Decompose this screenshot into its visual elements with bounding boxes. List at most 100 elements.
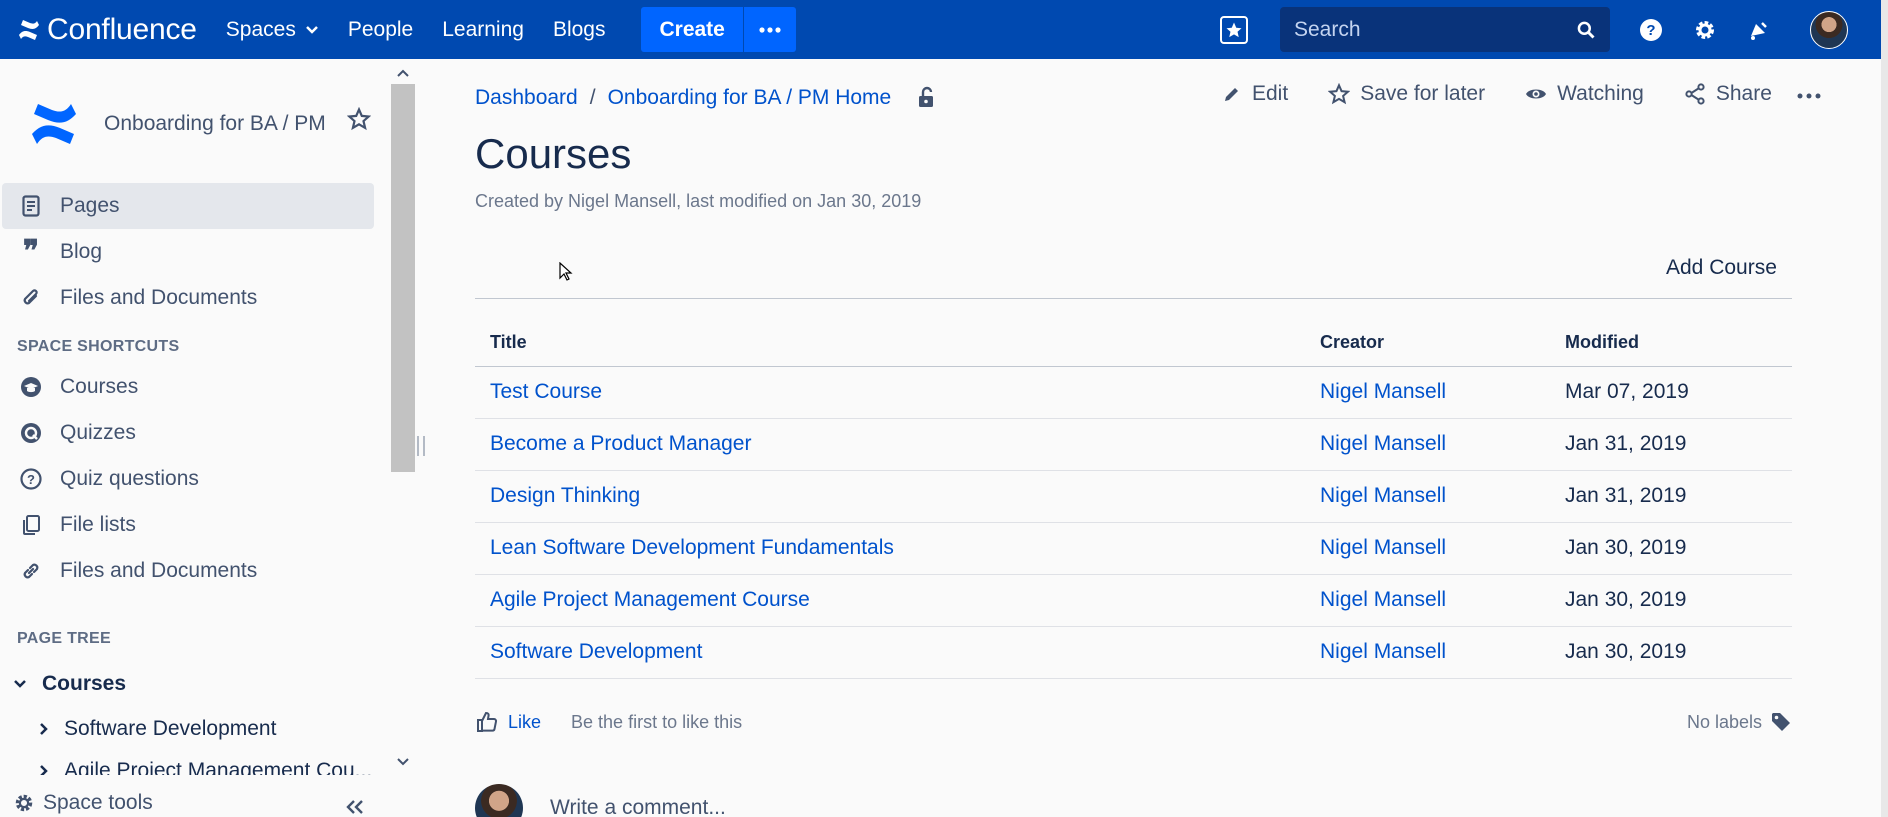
like-summary: Be the first to like this [571,711,743,732]
thumbs-up-icon [477,711,498,732]
creator-link[interactable]: Nigel Mansell [1305,626,1550,679]
shortcut-quiz-questions[interactable]: ? Quiz questions [2,456,374,502]
modified-date: Jan 30, 2019 [1550,574,1792,627]
space-header[interactable]: Onboarding for BA / PM [26,96,326,152]
collapse-sidebar-icon[interactable] [344,799,366,815]
scroll-up-icon[interactable] [395,67,411,79]
confluence-logo[interactable]: Confluence [17,0,197,59]
app-name: Confluence [47,12,197,46]
nav-learning[interactable]: Learning [442,0,524,59]
table-row: Software Development Nigel Mansell Jan 3… [475,626,1792,679]
sidebar-item-files-documents[interactable]: Files and Documents [2,275,374,321]
space-tools-button[interactable]: Space tools [13,791,153,815]
shortcut-file-lists[interactable]: File lists [2,502,374,548]
chevron-right-icon[interactable] [38,763,50,775]
edit-label: Edit [1252,82,1289,105]
course-title-link[interactable]: Test Course [475,366,1305,419]
scroll-down-icon[interactable] [395,756,411,768]
course-title-link[interactable]: Design Thinking [475,470,1305,523]
chevron-right-icon[interactable] [38,721,50,737]
search-box[interactable] [1280,7,1610,52]
sidebar-item-label: Blog [60,240,103,263]
space-name: Onboarding for BA / PM [104,112,326,135]
space-logo-icon [32,104,76,144]
unlock-icon[interactable] [916,86,938,110]
mouse-cursor-icon [559,262,573,281]
watching-label: Watching [1557,82,1644,105]
sidebar-item-pages[interactable]: Pages [2,183,374,229]
nav-spaces[interactable]: Spaces [226,0,319,59]
watching-button[interactable]: Watching [1525,82,1644,106]
pencil-icon [1225,88,1238,101]
creator-link[interactable]: Nigel Mansell [1305,522,1550,575]
more-actions-icon[interactable] [1797,92,1821,100]
table-row: Lean Software Development Fundamentals N… [475,522,1792,575]
sidebar-item-blog[interactable]: ❞ Blog [2,229,374,275]
nav-blogs[interactable]: Blogs [553,0,606,59]
edit-button[interactable]: Edit [1222,82,1288,106]
table-row: Become a Product Manager Nigel Mansell J… [475,418,1792,471]
search-icon[interactable] [1576,20,1596,40]
notifications-icon[interactable] [1746,17,1772,43]
nav-people[interactable]: People [348,0,413,59]
quote-icon: ❞ [22,234,40,269]
breadcrumb-space-home[interactable]: Onboarding for BA / PM Home [608,86,892,110]
shortcut-courses[interactable]: Courses [2,364,374,410]
shortcut-quizzes[interactable]: Quizzes [2,410,374,456]
page-scrollbar[interactable] [1881,0,1888,817]
tree-item-courses[interactable]: Courses [12,672,126,696]
chevron-down-icon [305,25,318,34]
create-more-button[interactable] [742,7,796,52]
modified-date: Jan 31, 2019 [1550,470,1792,523]
share-button[interactable]: Share [1684,82,1772,106]
tree-item-software-development[interactable]: Software Development [38,717,276,741]
question-icon: ? [18,468,44,490]
tree-item-agile-project-management[interactable]: Agile Project Management Cou... [38,759,372,775]
comment-row [475,784,850,817]
save-for-later-button[interactable]: Save for later [1328,82,1485,106]
sidebar-resize-handle[interactable] [417,436,425,456]
nav-spaces-label: Spaces [225,17,296,41]
no-labels-text: No labels [1686,711,1762,732]
column-header-title[interactable]: Title [475,320,1305,367]
table-header-row: Title Creator Modified [475,320,1792,367]
tag-icon[interactable] [1770,711,1792,733]
help-icon[interactable]: ? [1638,17,1664,43]
labels-area[interactable]: No labels [1687,711,1792,733]
creator-link[interactable]: Nigel Mansell [1305,574,1550,627]
share-icon [1685,83,1705,105]
chevron-down-icon[interactable] [12,678,28,690]
page-title: Courses [475,130,632,177]
course-title-link[interactable]: Lean Software Development Fundamentals [475,522,1305,575]
sidebar-scrollbar-thumb[interactable] [391,84,415,472]
course-title-link[interactable]: Become a Product Manager [475,418,1305,471]
breadcrumb-dashboard[interactable]: Dashboard [475,86,578,110]
like-button[interactable]: Like [475,710,541,734]
star-space-icon[interactable] [347,107,371,131]
svg-text:?: ? [27,472,35,487]
settings-gear-icon[interactable] [1692,17,1718,43]
commenter-avatar [475,784,523,817]
shortcut-label: Courses [60,375,139,398]
modified-date: Mar 07, 2019 [1550,366,1792,419]
creator-link[interactable]: Nigel Mansell [1305,470,1550,523]
shortcut-files-documents[interactable]: Files and Documents [2,548,374,594]
search-input[interactable] [1294,17,1554,42]
course-title-link[interactable]: Software Development [475,626,1305,679]
starred-icon[interactable] [1220,15,1248,44]
sidebar: Onboarding for BA / PM Pages ❞ Blog File… [0,59,390,817]
space-tools-label: Space tools [43,791,153,814]
table-row: Test Course Nigel Mansell Mar 07, 2019 [475,366,1792,419]
modified-date: Jan 30, 2019 [1550,522,1792,575]
comment-input[interactable] [550,796,850,817]
creator-link[interactable]: Nigel Mansell [1305,418,1550,471]
add-course-button[interactable]: Add Course [1666,256,1777,280]
user-avatar[interactable] [1810,10,1848,49]
course-title-link[interactable]: Agile Project Management Course [475,574,1305,627]
column-header-modified[interactable]: Modified [1550,320,1792,367]
table-row: Design Thinking Nigel Mansell Jan 31, 20… [475,470,1792,523]
column-header-creator[interactable]: Creator [1305,320,1550,367]
creator-link[interactable]: Nigel Mansell [1305,366,1550,419]
breadcrumb-separator: / [589,86,596,109]
create-button[interactable]: Create [641,7,743,52]
